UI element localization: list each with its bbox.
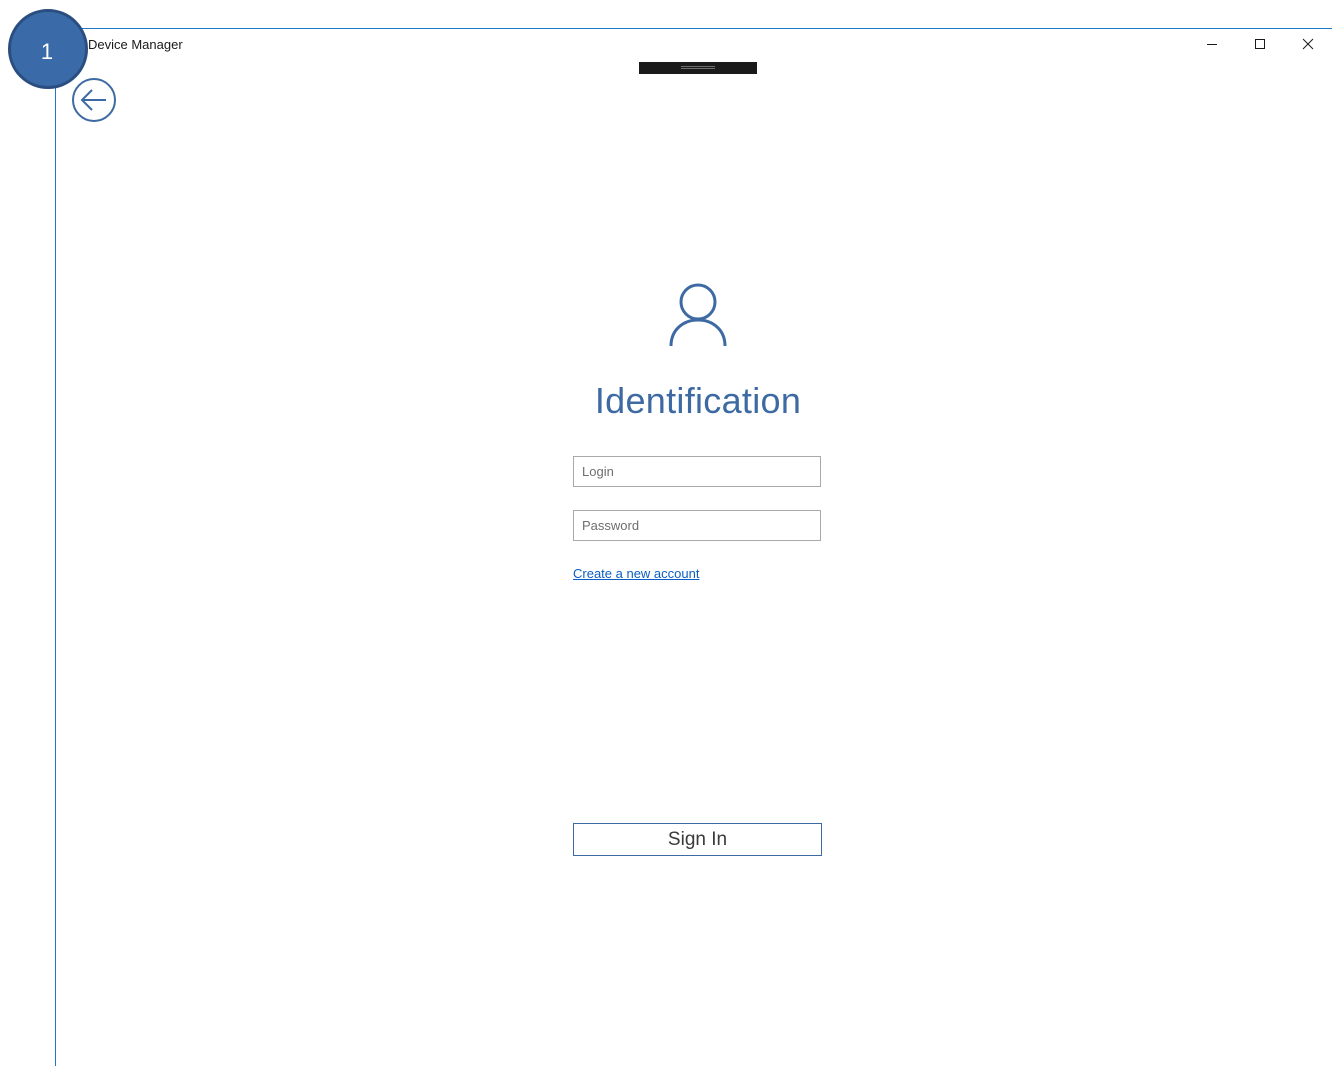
device-manager-window: Device Manager 1 Identification Login Cr… bbox=[0, 0, 1332, 1066]
back-button[interactable] bbox=[70, 78, 118, 124]
window-frame-top bbox=[55, 28, 1332, 29]
minimize-button[interactable] bbox=[1188, 29, 1236, 59]
step-badge-number: 1 bbox=[40, 39, 54, 64]
create-account-link[interactable]: Create a new account bbox=[573, 566, 699, 581]
back-arrow-icon bbox=[72, 78, 116, 122]
grip-line bbox=[681, 66, 715, 67]
close-icon bbox=[1302, 38, 1314, 50]
minimize-icon bbox=[1207, 44, 1217, 45]
login-input[interactable] bbox=[573, 456, 821, 487]
maximize-icon bbox=[1255, 39, 1265, 49]
drag-handle[interactable] bbox=[639, 62, 757, 74]
password-input[interactable] bbox=[573, 510, 821, 541]
window-frame-left bbox=[55, 28, 56, 1066]
sign-in-button[interactable]: Sign In bbox=[573, 823, 822, 856]
window-controls bbox=[1188, 29, 1332, 59]
page-title: Identification bbox=[594, 380, 802, 421]
maximize-button[interactable] bbox=[1236, 29, 1284, 59]
user-icon bbox=[669, 283, 727, 347]
grip-line bbox=[681, 68, 715, 69]
app-title: Device Manager bbox=[88, 37, 183, 52]
close-button[interactable] bbox=[1284, 29, 1332, 59]
step-badge: 1 bbox=[8, 9, 88, 89]
